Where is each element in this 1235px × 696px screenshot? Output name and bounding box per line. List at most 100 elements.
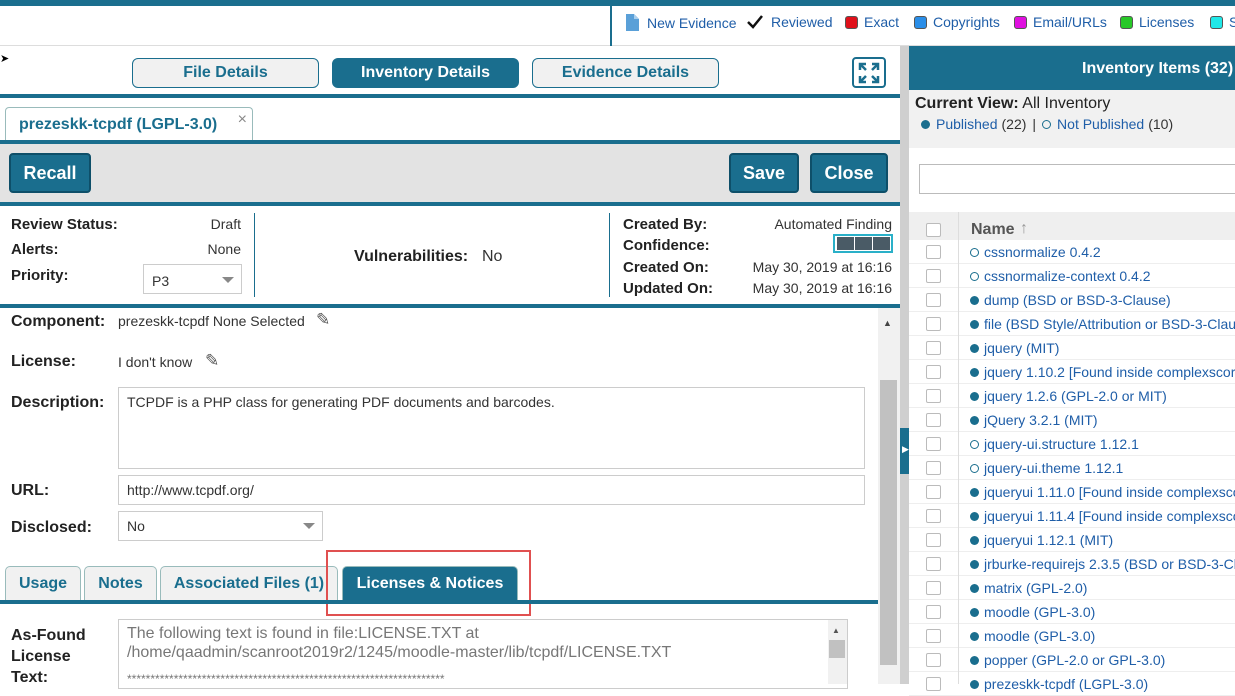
asfound-text-line: The following text is found in file:LICE… — [127, 625, 479, 642]
legend-copyrights: Copyrights — [914, 14, 1000, 30]
item-checkbox[interactable] — [926, 365, 941, 379]
scroll-up-icon[interactable]: ▲ — [883, 318, 892, 328]
priority-value: P3 — [152, 273, 170, 289]
inventory-item-link[interactable]: moodle (GPL-3.0) — [984, 628, 1095, 644]
inventory-item-link[interactable]: matrix (GPL-2.0) — [984, 580, 1087, 596]
inventory-item-link[interactable]: jquery 1.2.6 (GPL-2.0 or MIT) — [984, 388, 1167, 404]
tab-associated-files[interactable]: Associated Files (1) — [160, 566, 338, 600]
legend-reviewed: Reviewed — [747, 14, 832, 30]
description-textarea[interactable]: TCPDF is a PHP class for generating PDF … — [118, 387, 865, 469]
confidence-bar — [837, 237, 854, 250]
checkmark-icon — [747, 15, 763, 29]
panel-splitter[interactable] — [900, 46, 909, 684]
item-checkbox[interactable] — [926, 317, 941, 331]
inventory-item-link[interactable]: popper (GPL-2.0 or GPL-3.0) — [984, 652, 1165, 668]
tab-notes[interactable]: Notes — [84, 566, 157, 600]
legend-label: Reviewed — [771, 14, 833, 30]
document-tab[interactable]: prezeskk-tcpdf (LGPL-3.0) × — [5, 107, 253, 140]
legend-new-evidence: New Evidence — [625, 14, 737, 31]
item-checkbox[interactable] — [926, 437, 941, 451]
confidence-bar — [855, 237, 872, 250]
inventory-item-link[interactable]: prezeskk-tcpdf (LGPL-3.0) — [984, 676, 1148, 692]
legend-divider — [610, 6, 612, 46]
expand-button[interactable] — [852, 57, 886, 88]
asfound-scrollbar-thumb[interactable] — [829, 640, 845, 658]
select-all-checkbox[interactable] — [926, 223, 941, 237]
published-dot-icon — [970, 608, 979, 617]
recall-button[interactable]: Recall — [9, 153, 91, 193]
form-scrollbar-thumb[interactable] — [880, 380, 897, 665]
created-by-label: Created By: — [623, 216, 708, 233]
tabs-underline — [0, 94, 900, 98]
published-dot-icon — [970, 368, 979, 377]
green-square-icon — [1120, 15, 1133, 29]
inventory-item-link[interactable]: jqueryui 1.11.4 [Found inside complexsco — [984, 508, 1235, 524]
inventory-item-link[interactable]: moodle (GPL-3.0) — [984, 604, 1095, 620]
inventory-item-link[interactable]: jQuery 3.2.1 (MIT) — [984, 412, 1098, 428]
inventory-item-link[interactable]: jqueryui 1.12.1 (MIT) — [984, 532, 1113, 548]
published-dot-icon — [970, 584, 979, 593]
save-button[interactable]: Save — [729, 153, 799, 193]
tab-usage[interactable]: Usage — [5, 566, 81, 600]
legend-label: Licenses — [1139, 14, 1195, 30]
review-status-value: Draft — [210, 216, 241, 232]
legend-exact: Exact — [845, 14, 899, 30]
inventory-item-link[interactable]: jrburke-requirejs 2.3.5 (BSD or BSD-3-Cl… — [984, 556, 1235, 572]
asfound-license-textarea[interactable]: The following text is found in file:LICE… — [118, 619, 848, 689]
inventory-item-link[interactable]: jquery 1.10.2 [Found inside complexscorm — [984, 364, 1235, 380]
edit-pencil-icon[interactable]: ✎ — [316, 310, 330, 330]
item-checkbox[interactable] — [926, 389, 941, 403]
scroll-up-icon[interactable]: ▲ — [832, 626, 840, 635]
review-status-label: Review Status: — [11, 216, 118, 233]
item-checkbox[interactable] — [926, 341, 941, 355]
asfound-label: As-Found License Text: — [11, 625, 86, 688]
item-checkbox[interactable] — [926, 293, 941, 307]
item-checkbox[interactable] — [926, 557, 941, 571]
vulnerabilities-label: Vulnerabilities: — [354, 248, 469, 265]
inventory-item-link[interactable]: jquery-ui.structure 1.12.1 — [984, 436, 1139, 452]
inventory-item-link[interactable]: jquery (MIT) — [984, 340, 1059, 356]
url-input[interactable]: http://www.tcpdf.org/ — [118, 475, 865, 505]
inventory-item-link[interactable]: jqueryui 1.11.0 [Found inside complexsco — [984, 484, 1235, 500]
item-checkbox[interactable] — [926, 485, 941, 499]
edit-pencil-icon[interactable]: ✎ — [205, 351, 219, 371]
item-checkbox[interactable] — [926, 533, 941, 547]
item-checkbox[interactable] — [926, 509, 941, 523]
item-checkbox[interactable] — [926, 461, 941, 475]
item-checkbox[interactable] — [926, 581, 941, 595]
close-button[interactable]: Close — [810, 153, 888, 193]
inventory-item-link[interactable]: file (BSD Style/Attribution or BSD-3-Cla… — [984, 316, 1235, 332]
item-checkbox[interactable] — [926, 653, 941, 667]
tab-evidence-details[interactable]: Evidence Details — [532, 58, 719, 88]
item-checkbox[interactable] — [926, 269, 941, 283]
legend-licenses: Licenses — [1120, 14, 1194, 30]
created-on-label: Created On: — [623, 259, 709, 276]
updated-on-value: May 30, 2019 at 16:16 — [752, 280, 892, 296]
item-checkbox[interactable] — [926, 677, 941, 691]
tab-inventory-details[interactable]: Inventory Details — [332, 58, 519, 88]
inventory-item-link[interactable]: cssnormalize-context 0.4.2 — [984, 268, 1151, 284]
item-checkbox[interactable] — [926, 605, 941, 619]
asfound-label-line: Text: — [11, 669, 49, 686]
not-published-filter-link[interactable]: Not Published — [1057, 116, 1144, 132]
inventory-search-input[interactable] — [919, 164, 1235, 194]
item-checkbox[interactable] — [926, 413, 941, 427]
item-checkbox[interactable] — [926, 629, 941, 643]
published-dot-icon — [970, 536, 979, 545]
name-column-header[interactable]: Name — [971, 221, 1015, 239]
filter-separator: | — [1032, 116, 1037, 132]
inventory-item-link[interactable]: jquery-ui.theme 1.12.1 — [984, 460, 1123, 476]
current-view-value: All Inventory — [1022, 95, 1111, 112]
inventory-item-link[interactable]: dump (BSD or BSD-3-Clause) — [984, 292, 1171, 308]
sort-ascending-icon[interactable]: ↑ — [1020, 220, 1028, 238]
item-checkbox[interactable] — [926, 245, 941, 259]
tab-file-details[interactable]: File Details — [132, 58, 319, 88]
inventory-item-link[interactable]: cssnormalize 0.4.2 — [984, 244, 1101, 260]
url-label: URL: — [11, 482, 50, 499]
disclosed-select[interactable]: No — [118, 511, 323, 541]
expand-icon — [858, 62, 880, 83]
published-filter-link[interactable]: Published — [936, 116, 998, 132]
disclosed-label: Disclosed: — [11, 519, 92, 536]
published-dot-icon — [970, 488, 979, 497]
close-icon[interactable]: × — [238, 111, 247, 129]
